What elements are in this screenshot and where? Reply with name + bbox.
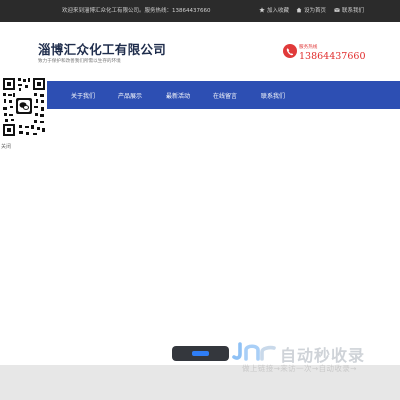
welcome-text: 欢迎来到淄博汇众化工有限公司。服务热线：13864437660 [62,8,211,14]
badge-bar [192,351,209,356]
contact-us-label: 联系我们 [342,8,365,14]
nav-item-message[interactable]: 在线留言 [213,91,237,100]
nav-item-products[interactable]: 产品展示 [118,91,142,100]
home-icon [296,7,302,13]
qr-close-button[interactable]: 关闭 [1,143,11,150]
qr-code-image [1,76,47,138]
star-icon [259,7,265,13]
nav-item-contact[interactable]: 联系我们 [261,91,285,100]
hotline-label: 服务热线 [299,45,318,50]
nav-item-about[interactable]: 关于我们 [71,91,95,100]
set-homepage-link[interactable]: 设为首页 [296,6,326,14]
watermark-subtitle: 做上链接→来访一次→自动收录→ [242,364,357,373]
add-favorite-label: 加入收藏 [267,8,290,14]
mail-icon [334,7,340,12]
main-nav: 关于我们 产品展示 最新活动 在线留言 联系我们 [47,81,400,109]
site-header: 淄博汇众化工有限公司 致力于保护和改善我们所需以生存的环境 服务热线 13864… [0,22,400,80]
hotline-number: 13864437660 [299,51,366,62]
phone-icon [283,44,297,58]
add-favorite-link[interactable]: 加入收藏 [259,6,289,14]
watermark-logo-icon [232,342,276,361]
qr-code-panel [1,76,47,138]
set-homepage-label: 设为首页 [304,8,327,14]
company-slogan: 致力于保护和改善我们所需以生存的环境 [38,59,121,64]
company-name[interactable]: 淄博汇众化工有限公司 [38,39,166,58]
top-bar: 欢迎来到淄博汇众化工有限公司。服务热线：13864437660 加入收藏 设为首… [0,0,400,22]
contact-us-link[interactable]: 联系我们 [334,6,364,14]
watermark-badge [172,346,229,361]
nav-item-news[interactable]: 最新活动 [166,91,190,100]
